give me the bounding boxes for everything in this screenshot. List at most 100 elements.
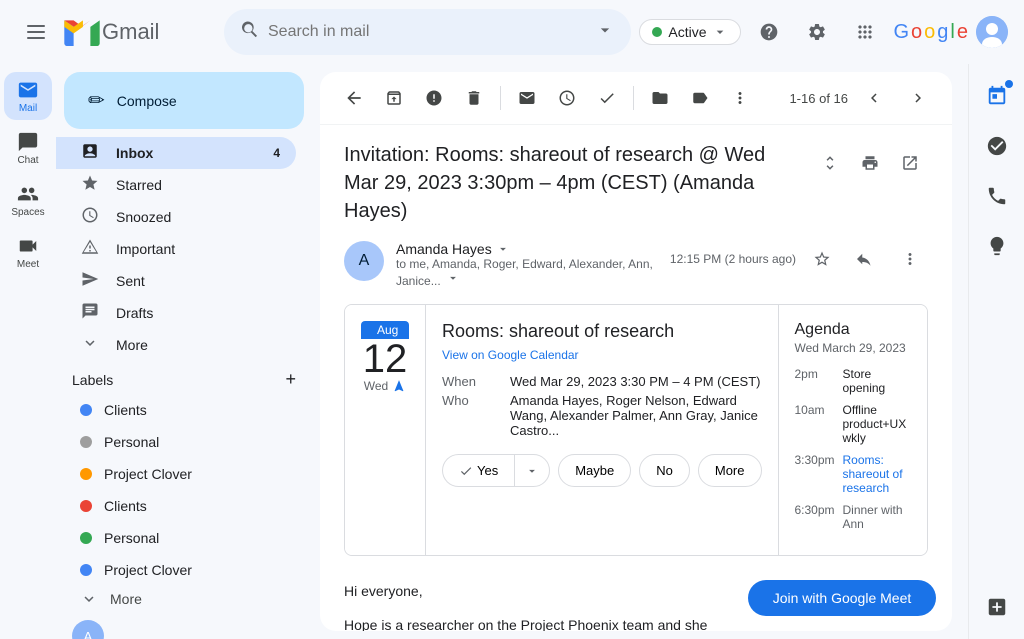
label-dot (80, 500, 92, 512)
label-item-project-clover2[interactable]: Project Clover (56, 554, 296, 586)
label-item-clients2[interactable]: Clients (56, 490, 296, 522)
cal-weekday: Wed (364, 379, 406, 393)
rsvp-no-button[interactable]: No (639, 454, 690, 487)
user-avatar[interactable] (976, 16, 1008, 48)
agenda-time: 6:30pm (795, 503, 835, 531)
email-subject-row: Invitation: Rooms: shareout of research … (320, 125, 952, 233)
more-sender-button[interactable] (892, 241, 928, 277)
join-meet-button[interactable]: Join with Google Meet (748, 580, 936, 616)
label-name: Project Clover (104, 562, 192, 578)
sidebar-item-chat[interactable]: Chat (4, 124, 52, 172)
rsvp-yes-label: Yes (477, 463, 498, 478)
topbar-logo: Gmail (16, 12, 216, 52)
right-sidebar-keep[interactable] (973, 222, 1021, 270)
label-item-personal2[interactable]: Personal (56, 522, 296, 554)
sidebar-mail-label: Mail (19, 103, 37, 114)
print-button[interactable] (852, 145, 888, 181)
rsvp-more-button[interactable]: More (698, 454, 762, 487)
search-icon (240, 20, 260, 45)
left-mini-sidebar: Mail Chat Spaces Meet (0, 64, 56, 639)
meet-panel: Join with Google Meet Meeting link meet.… (732, 564, 952, 631)
report-button[interactable] (416, 80, 452, 116)
archive-button[interactable] (376, 80, 412, 116)
gmail-text: Gmail (102, 19, 159, 45)
nav-item-sent[interactable]: Sent (56, 265, 296, 297)
task-button[interactable] (589, 80, 625, 116)
nav-item-drafts[interactable]: Drafts (56, 297, 296, 329)
sidebar-bottom-avatars: ABC (56, 612, 312, 639)
right-sidebar-tasks[interactable] (973, 122, 1021, 170)
sidebar: ✏ Compose Inbox 4 Starred (56, 64, 312, 639)
sidebar-item-mail[interactable]: Mail (4, 72, 52, 120)
prev-page-button[interactable] (856, 80, 892, 116)
rsvp-buttons: Yes Maybe No More (442, 454, 762, 487)
nav-item-snoozed[interactable]: Snoozed (56, 201, 296, 233)
back-button[interactable] (336, 80, 372, 116)
hamburger-button[interactable] (16, 12, 56, 52)
nav-item-important[interactable]: Important (56, 233, 296, 265)
nav-starred-label: Starred (116, 177, 162, 193)
compose-button[interactable]: ✏ Compose (64, 72, 304, 129)
email-subject-text: Invitation: Rooms: shareout of research … (344, 141, 804, 225)
expand-collapse-icon[interactable] (812, 145, 848, 181)
apps-button[interactable] (845, 12, 885, 52)
snooze-button[interactable] (549, 80, 585, 116)
sidebar-item-spaces[interactable]: Spaces (4, 176, 52, 224)
rsvp-maybe-button[interactable]: Maybe (558, 454, 631, 487)
when-label: When (442, 374, 502, 389)
label-button[interactable] (682, 80, 718, 116)
rsvp-yes-dropdown[interactable] (514, 454, 550, 487)
drafts-icon (80, 302, 100, 325)
label-item-clients1[interactable]: Clients (56, 394, 296, 426)
right-sidebar-calendar[interactable] (973, 72, 1021, 120)
active-status[interactable]: Active (639, 19, 741, 45)
delete-button[interactable] (456, 80, 492, 116)
more-toolbar-button[interactable] (722, 80, 758, 116)
search-bar[interactable] (224, 9, 631, 55)
mark-unread-button[interactable] (509, 80, 545, 116)
search-dropdown-icon[interactable] (595, 20, 615, 45)
label-item-project-clover1[interactable]: Project Clover (56, 458, 296, 490)
important-icon (80, 238, 100, 261)
google-logo: Google (893, 21, 968, 44)
move-button[interactable] (642, 80, 678, 116)
open-in-new-button[interactable] (892, 145, 928, 181)
nav-item-more[interactable]: More (56, 329, 296, 361)
nav-item-starred[interactable]: Starred (56, 169, 296, 201)
label-name: Project Clover (104, 466, 192, 482)
sender-name: Amanda Hayes (396, 241, 492, 257)
rsvp-yes-button[interactable]: Yes (442, 454, 514, 487)
labels-section-header: Labels + (56, 361, 312, 394)
label-item-personal1[interactable]: Personal (56, 426, 296, 458)
subject-actions (812, 145, 928, 181)
reply-all-button[interactable] (848, 241, 884, 277)
sidebar-item-meet[interactable]: Meet (4, 228, 52, 276)
labels-more-button[interactable]: More (56, 586, 312, 612)
who-label: Who (442, 393, 502, 438)
right-sidebar-add[interactable] (973, 583, 1021, 631)
add-label-button[interactable]: + (285, 369, 296, 390)
sidebar-spaces-label: Spaces (11, 207, 44, 218)
cal-day: 12 (363, 339, 408, 379)
search-input[interactable] (268, 23, 587, 41)
help-button[interactable] (749, 12, 789, 52)
bottom-avatar-avatar1[interactable]: A (72, 620, 104, 639)
sender-info: Amanda Hayes to me, Amanda, Roger, Edwar… (396, 241, 658, 288)
sender-row: A Amanda Hayes to me, Amanda, Roger, Edw… (320, 233, 952, 296)
pagination-text: 1-16 of 16 (789, 91, 848, 106)
topbar: Gmail Active Google (0, 0, 1024, 64)
nav-item-inbox[interactable]: Inbox 4 (56, 137, 296, 169)
email-body: A Amanda Hayes to me, Amanda, Roger, Edw… (320, 233, 952, 631)
next-page-button[interactable] (900, 80, 936, 116)
labels-title: Labels (72, 372, 113, 388)
pagination: 1-16 of 16 (789, 80, 936, 116)
yes-split-button: Yes (442, 454, 550, 487)
nav-more-label: More (116, 337, 148, 353)
sender-time-area: 12:15 PM (2 hours ago) (670, 241, 928, 277)
view-calendar-link[interactable]: View on Google Calendar (442, 348, 579, 362)
star-button[interactable] (804, 241, 840, 277)
agenda-event-text: Dinner with Ann (843, 503, 912, 531)
settings-button[interactable] (797, 12, 837, 52)
right-sidebar-contacts[interactable] (973, 172, 1021, 220)
label-dot (80, 468, 92, 480)
